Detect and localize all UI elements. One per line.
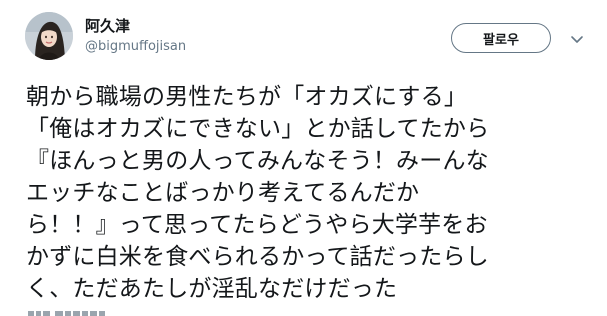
tweet-line: 「俺はオカズにできない」とか話してたから	[26, 116, 490, 142]
tweet-line: 『ほんっと男の人ってみんなそう！みーんな	[26, 148, 489, 174]
tweet-line: エッチなことばっかり考えてるんだか	[26, 180, 420, 206]
tweet-card: 阿久津 @bigmuffojisan 팔로우 朝から職場の男性たちが「オカズにす…	[0, 0, 607, 316]
chevron-down-icon[interactable]	[569, 31, 585, 47]
tweet-line: かずに白米を食べられるかって話だったらし	[26, 244, 489, 270]
tweet-line: く、ただあたしが淫乱なだけだった	[26, 276, 398, 302]
tweet-text: 朝から職場の男性たちが「オカズにする」 「俺はオカズにできない」とか話してたから…	[26, 81, 586, 305]
follow-button[interactable]: 팔로우	[451, 23, 551, 53]
tweet-line: 朝から職場の男性たちが「オカズにする」	[26, 84, 468, 110]
user-avatar-icon[interactable]	[25, 12, 73, 60]
timestamp-clipped	[28, 309, 118, 316]
display-name[interactable]: 阿久津	[85, 17, 130, 35]
tweet-line: ら！！』って思ってたらどうやら大学芋をお	[26, 212, 488, 238]
user-handle[interactable]: @bigmuffojisan	[85, 39, 186, 55]
